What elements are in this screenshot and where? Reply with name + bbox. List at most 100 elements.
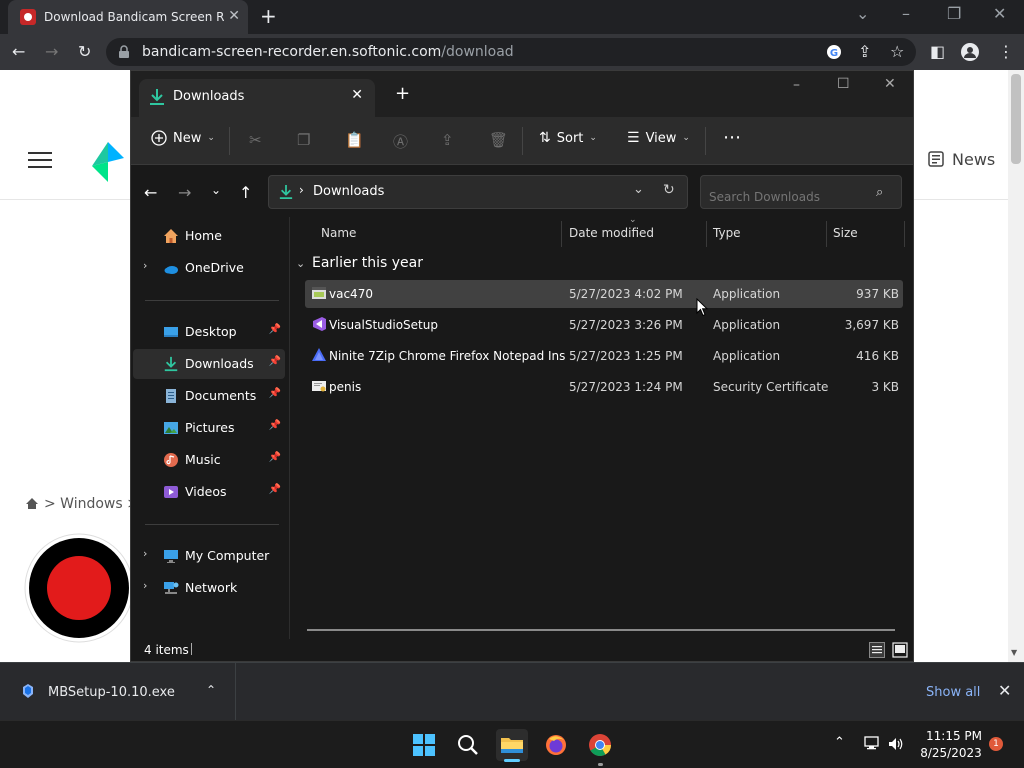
forward-icon[interactable]: → <box>45 42 58 61</box>
download-options-chevron-icon[interactable]: ⌃ <box>206 683 216 697</box>
clock-time[interactable]: 11:15 PM <box>924 729 984 743</box>
nav-item-home[interactable]: Home <box>133 221 285 251</box>
bandicam-favicon-icon <box>20 9 36 25</box>
pin-icon[interactable]: 📌 <box>269 324 281 335</box>
home-breadcrumb-icon[interactable] <box>25 497 39 510</box>
explorer-forward-icon[interactable]: → <box>178 183 191 202</box>
windows-start-icon[interactable] <box>408 729 440 761</box>
share-file-icon[interactable]: ⇪ <box>441 131 454 149</box>
explorer-address-bar[interactable]: › Downloads ⌄ ↻ <box>268 175 688 209</box>
column-divider[interactable] <box>904 221 905 247</box>
cut-icon[interactable]: ✂ <box>249 131 262 149</box>
explorer-minimize-icon[interactable]: – <box>793 77 800 93</box>
expand-chevron-icon[interactable]: › <box>143 259 147 272</box>
chrome-taskbar-icon[interactable] <box>584 729 616 761</box>
notification-badge[interactable]: 1 <box>989 737 1003 751</box>
file-list-horizontal-scrollbar[interactable] <box>307 629 895 631</box>
side-panel-icon[interactable]: ◧ <box>930 42 945 61</box>
large-icons-view-icon[interactable] <box>892 642 908 658</box>
explorer-tab-downloads[interactable]: Downloads ✕ <box>139 79 375 117</box>
search-downloads-input[interactable] <box>700 175 902 209</box>
sort-button[interactable]: ⇅ Sort ⌄ <box>539 130 597 146</box>
volume-icon[interactable] <box>888 736 904 752</box>
file-explorer-taskbar-button[interactable] <box>496 729 528 762</box>
expand-chevron-icon[interactable]: › <box>143 579 147 592</box>
new-tab-button[interactable]: + <box>260 4 277 28</box>
expand-chevron-icon[interactable]: › <box>143 547 147 560</box>
page-scrollbar-thumb[interactable] <box>1011 74 1021 164</box>
column-header-date-modified[interactable]: Date modified <box>569 226 654 240</box>
column-divider[interactable] <box>561 221 562 247</box>
recent-locations-icon[interactable]: ⌄ <box>211 183 221 197</box>
network-status-icon[interactable] <box>864 736 882 752</box>
news-link[interactable]: News <box>952 150 995 169</box>
file-row[interactable]: vac470 5/27/2023 4:02 PM Application 937… <box>305 280 903 308</box>
nav-item-onedrive[interactable]: › OneDrive <box>133 253 285 283</box>
nav-item-downloads[interactable]: Downloads 📌 <box>133 349 285 379</box>
copy-icon[interactable]: ❐ <box>297 131 310 149</box>
search-taskbar-icon[interactable] <box>452 729 484 761</box>
refresh-icon[interactable]: ↻ <box>663 182 675 198</box>
pane-splitter[interactable] <box>289 217 290 639</box>
file-row[interactable]: Ninite 7Zip Chrome Firefox Notepad Inst.… <box>305 342 903 370</box>
view-button[interactable]: ☰ View ⌄ <box>627 130 690 146</box>
close-window-icon[interactable]: ✕ <box>993 4 1006 23</box>
close-downloads-bar-icon[interactable]: ✕ <box>998 681 1011 700</box>
pin-icon[interactable]: 📌 <box>269 452 281 463</box>
more-options-icon[interactable]: ⋯ <box>723 127 741 148</box>
rename-icon[interactable]: Ⓐ <box>393 131 408 152</box>
new-button[interactable]: New ⌄ <box>151 130 215 146</box>
pin-icon[interactable]: 📌 <box>269 388 281 399</box>
pin-icon[interactable]: 📌 <box>269 356 281 367</box>
column-divider[interactable] <box>826 221 827 247</box>
up-folder-icon[interactable]: ↑ <box>239 183 252 202</box>
nav-item-pictures[interactable]: Pictures 📌 <box>133 413 285 443</box>
hamburger-menu-icon[interactable] <box>28 151 52 169</box>
column-header-size[interactable]: Size <box>833 226 858 240</box>
details-view-icon[interactable] <box>869 642 885 658</box>
explorer-close-icon[interactable]: ✕ <box>884 76 896 92</box>
minimize-icon[interactable]: – <box>902 4 910 23</box>
download-item[interactable]: MBSetup-10.10.exe ⌃ <box>0 663 236 721</box>
restore-icon[interactable]: ❐ <box>947 4 961 23</box>
share-icon[interactable]: ⇪ <box>858 42 871 61</box>
group-header[interactable]: Earlier this year <box>312 255 423 271</box>
explorer-new-tab-button[interactable]: + <box>395 83 410 104</box>
chrome-menu-icon[interactable]: ⋮ <box>998 42 1014 61</box>
file-row[interactable]: VisualStudioSetup 5/27/2023 3:26 PM Appl… <box>305 311 903 339</box>
file-row[interactable]: penis 5/27/2023 1:24 PM Security Certifi… <box>305 373 903 401</box>
show-all-downloads-button[interactable]: Show all <box>926 685 980 700</box>
clock-date[interactable]: 8/25/2023 <box>918 746 984 760</box>
explorer-back-icon[interactable]: ← <box>144 183 157 202</box>
back-icon[interactable]: ← <box>12 42 25 61</box>
google-lens-icon[interactable]: G <box>826 44 842 60</box>
address-bar[interactable]: bandicam-screen-recorder.en.softonic.com… <box>106 38 916 66</box>
show-hidden-icons-chevron-icon[interactable]: ⌃ <box>834 735 845 750</box>
close-tab-icon[interactable]: ✕ <box>228 8 240 24</box>
column-header-name[interactable]: Name <box>321 226 356 240</box>
column-divider[interactable] <box>706 221 707 247</box>
nav-item-desktop[interactable]: Desktop 📌 <box>133 317 285 347</box>
bookmark-star-icon[interactable]: ☆ <box>890 42 904 61</box>
profile-avatar-icon[interactable] <box>961 43 979 61</box>
pin-icon[interactable]: 📌 <box>269 420 281 431</box>
firefox-icon[interactable] <box>540 729 572 761</box>
address-dropdown-icon[interactable]: ⌄ <box>633 182 644 197</box>
column-header-type[interactable]: Type <box>713 226 741 240</box>
tab-search-icon[interactable]: ⌄ <box>856 4 869 23</box>
nav-item-my-computer[interactable]: › My Computer <box>133 541 285 571</box>
nav-item-music[interactable]: Music 📌 <box>133 445 285 475</box>
nav-item-videos[interactable]: Videos 📌 <box>133 477 285 507</box>
nav-item-documents[interactable]: Documents 📌 <box>133 381 285 411</box>
explorer-maximize-icon[interactable]: ☐ <box>837 76 850 92</box>
scroll-down-icon[interactable]: ▼ <box>1011 648 1017 657</box>
group-collapse-icon[interactable]: ⌄ <box>296 257 305 270</box>
delete-icon[interactable]: 🗑 <box>489 131 508 149</box>
webpage-breadcrumb[interactable]: > Windows > <box>44 496 139 512</box>
paste-icon[interactable]: 📋 <box>345 131 364 149</box>
nav-item-network[interactable]: › Network <box>133 573 285 603</box>
browser-tab[interactable]: Download Bandicam Screen Recorder ✕ <box>8 0 248 34</box>
close-explorer-tab-icon[interactable]: ✕ <box>351 87 363 103</box>
pin-icon[interactable]: 📌 <box>269 484 281 495</box>
reload-icon[interactable]: ↻ <box>78 42 91 61</box>
